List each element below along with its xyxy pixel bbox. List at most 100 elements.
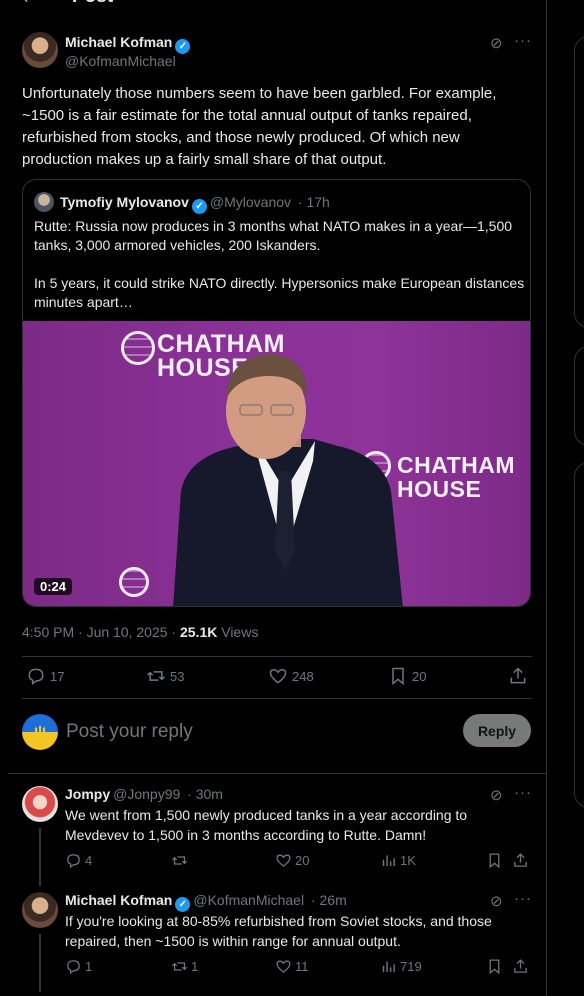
reply-author-name[interactable]: Jompy	[65, 786, 110, 802]
reply-author-handle[interactable]: @Jonpy99	[113, 786, 180, 802]
main-column: ← Post Michael Kofman✓ @KofmanMichael ⊘ …	[0, 0, 547, 996]
arrow-left-icon[interactable]: ←	[20, 0, 40, 9]
verified-badge-icon: ✓	[191, 199, 207, 214]
views-icon	[382, 855, 395, 867]
reply-time: · 26m	[310, 892, 347, 908]
bookmark-action[interactable]: 20	[388, 666, 426, 686]
reply-post[interactable]: Jompy @Jonpy99 · 30m ⊘ ··· We went from 1…	[22, 784, 532, 886]
heart-icon	[269, 668, 287, 684]
grok-icon[interactable]: ⊘	[490, 34, 503, 52]
reply-action[interactable]: 1	[65, 958, 92, 975]
sidebar-card	[574, 346, 584, 446]
share-icon	[510, 667, 526, 684]
quoted-post[interactable]: Tymofiy Mylovanov ✓ @Mylovanov · 17h Rutte…	[22, 179, 531, 607]
more-options-icon[interactable]: ···	[514, 784, 532, 801]
bookmark-icon	[489, 959, 500, 975]
share-action[interactable]	[512, 852, 529, 869]
repost-action[interactable]	[171, 852, 191, 869]
reply-icon	[67, 854, 80, 869]
repost-action[interactable]: 1	[171, 958, 198, 975]
avatar[interactable]	[22, 786, 58, 822]
views-count: 25.1K	[179, 624, 218, 640]
views-label: Views	[217, 624, 259, 640]
post-meta: 4:50 PM · Jun 10, 2025 · 25.1K Views	[22, 624, 258, 640]
sidebar-card	[574, 462, 584, 808]
divider	[22, 656, 532, 657]
repost-action[interactable]: 53	[146, 666, 184, 686]
avatar[interactable]	[22, 892, 58, 928]
sidebar-card	[574, 36, 584, 328]
heart-icon	[276, 854, 291, 867]
bookmark-icon	[392, 667, 404, 686]
divider	[22, 698, 532, 699]
page-header: ← Post	[0, 0, 546, 10]
reply-author-handle[interactable]: @KofmanMichael	[193, 892, 304, 908]
reply-count: 1	[85, 959, 93, 974]
avatar[interactable]	[22, 32, 58, 68]
video-player[interactable]: CHATHAM HOUSE CHATHAM HOUSE 0:24	[23, 321, 530, 606]
share-action[interactable]	[512, 958, 529, 975]
post-actions: 17 53 248 20	[22, 666, 532, 688]
reply-count: 4	[85, 853, 93, 868]
views-count: 1K	[400, 853, 416, 868]
quote-text: Rutte: Russia now produces in 3 months w…	[34, 218, 525, 310]
views-count: 719	[400, 959, 422, 974]
reply-time: · 30m	[187, 786, 223, 802]
post-timestamp[interactable]: 4:50 PM · Jun 10, 2025 ·	[22, 624, 180, 640]
thread-line	[39, 828, 41, 886]
reply-button[interactable]: Reply	[463, 714, 531, 747]
like-action[interactable]: 248	[268, 666, 314, 686]
reply-input[interactable]: Post your reply	[66, 721, 193, 743]
share-action[interactable]	[508, 666, 528, 686]
like-action[interactable]: 20	[275, 852, 309, 869]
reply-author-name[interactable]: Michael Kofman	[65, 892, 172, 908]
speaker-image	[173, 354, 403, 606]
share-icon	[514, 853, 527, 867]
grok-icon[interactable]: ⊘	[490, 892, 503, 910]
more-options-icon[interactable]: ···	[514, 32, 532, 49]
divider	[8, 773, 546, 774]
views-action[interactable]: 719	[380, 958, 422, 975]
like-count: 20	[295, 853, 310, 868]
like-count: 248	[292, 668, 314, 684]
more-options-icon[interactable]: ···	[514, 890, 532, 907]
page-title: Post	[72, 0, 113, 8]
verified-badge-icon[interactable]: ✓	[175, 39, 191, 54]
quote-author-handle: @Mylovanov	[209, 194, 292, 210]
share-icon	[514, 959, 527, 973]
reply-count: 17	[50, 668, 65, 684]
thread-line	[39, 934, 41, 992]
repost-count: 53	[170, 668, 185, 684]
views-icon	[382, 961, 395, 973]
reply-text: If you're looking at 80-85% refurbished …	[65, 913, 492, 949]
author-name[interactable]: Michael Kofman	[65, 34, 172, 50]
bookmark-count: 20	[412, 668, 427, 684]
reply-icon	[67, 960, 80, 975]
quote-time: · 17h	[297, 194, 330, 210]
reply-text: We went from 1,500 newly produced tanks …	[65, 807, 468, 843]
repost-icon	[147, 671, 165, 681]
post-text: Unfortunately those numbers seem to have…	[22, 85, 497, 168]
verified-badge-icon[interactable]: ✓	[175, 897, 191, 912]
repost-icon	[171, 856, 188, 865]
user-avatar[interactable]: ψ	[22, 714, 58, 750]
bookmark-action[interactable]	[486, 958, 503, 975]
quote-avatar	[34, 192, 54, 212]
grok-icon[interactable]: ⊘	[490, 786, 503, 804]
reply-action[interactable]: 17	[26, 666, 64, 686]
views-action[interactable]: 1K	[380, 852, 416, 869]
repost-icon	[171, 962, 188, 971]
author-handle[interactable]: @KofmanMichael	[65, 53, 176, 69]
bookmark-icon	[489, 853, 500, 869]
reply-action[interactable]: 4	[65, 852, 92, 869]
reply-icon	[28, 668, 44, 685]
bookmark-action[interactable]	[486, 852, 503, 869]
reply-composer: ψ Post your reply Reply	[22, 712, 532, 752]
quote-author-name: Tymofiy Mylovanov	[60, 194, 189, 210]
video-duration: 0:24	[34, 578, 73, 595]
like-count: 11	[295, 959, 309, 974]
reply-post[interactable]: Michael Kofman ✓ @KofmanMichael · 26m ⊘ ··…	[22, 890, 532, 992]
like-action[interactable]: 11	[275, 958, 309, 975]
repost-count: 1	[191, 959, 199, 974]
heart-icon	[276, 960, 291, 973]
